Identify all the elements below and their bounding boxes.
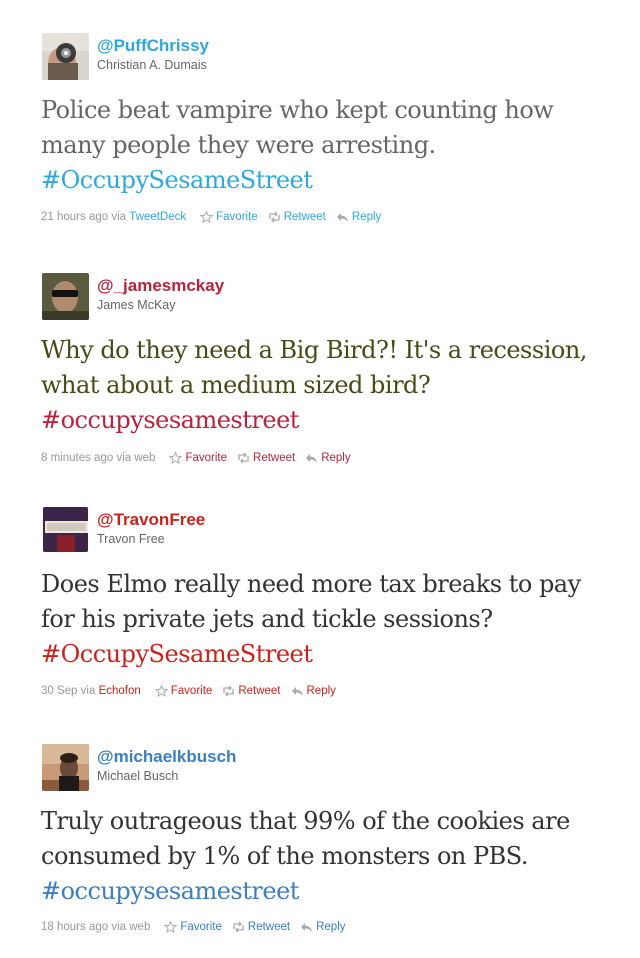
reply-button[interactable]: Reply <box>336 211 381 223</box>
star-icon <box>200 211 214 223</box>
avatar[interactable] <box>42 33 89 80</box>
reply-icon <box>291 685 304 697</box>
user-handle[interactable]: @michaelkbusch <box>97 747 236 767</box>
via-label: via <box>111 211 127 223</box>
reply-label: Reply <box>316 921 346 933</box>
favorite-label: Favorite <box>216 211 258 223</box>
retweet-button[interactable]: Retweet <box>268 211 326 223</box>
timestamp-link[interactable]: 8 minutes ago <box>41 452 113 464</box>
favorite-label: Favorite <box>170 685 213 697</box>
favorite-button[interactable]: Favorite <box>200 211 258 223</box>
favorite-label: Favorite <box>185 452 228 464</box>
tweet-text: Truly outrageous that 99% of the cookies… <box>41 804 601 909</box>
reply-button[interactable]: Reply <box>305 452 351 464</box>
user-name: Christian A. Dumais <box>97 58 207 72</box>
source-link[interactable]: web <box>134 452 155 464</box>
tweet-text: Why do they need a Big Bird?! It's a rec… <box>41 333 601 438</box>
favorite-label: Favorite <box>180 921 222 933</box>
reply-icon <box>336 211 349 223</box>
retweet-button[interactable]: Retweet <box>232 921 290 933</box>
retweet-label: Retweet <box>253 452 296 464</box>
avatar[interactable] <box>42 744 89 791</box>
tweet-meta: 18 hours ago via web Favorite Retweet Re… <box>41 921 356 933</box>
user-handle[interactable]: @_jamesmckay <box>97 276 224 296</box>
favorite-button[interactable]: Favorite <box>164 921 222 933</box>
retweet-label: Retweet <box>247 921 291 933</box>
tweet-text-main: Police beat vampire who kept counting ho… <box>41 96 554 159</box>
via-label: via <box>80 685 96 697</box>
avatar-photo-icon <box>43 507 88 552</box>
tweet-text: Does Elmo really need more tax breaks to… <box>41 567 601 672</box>
timestamp-link[interactable]: 30 Sep <box>41 685 77 697</box>
reply-label: Reply <box>321 452 351 464</box>
star-icon <box>154 685 168 697</box>
user-handle[interactable]: @TravonFree <box>97 510 205 530</box>
reply-label: Reply <box>306 685 336 697</box>
reply-button[interactable]: Reply <box>300 921 346 933</box>
tweet-text-main: Does Elmo really need more tax breaks to… <box>41 570 581 633</box>
user-name: Michael Busch <box>97 769 179 783</box>
retweet-icon <box>268 211 281 223</box>
hashtag-link[interactable]: #occupysesamestreet <box>41 877 299 905</box>
timestamp-link[interactable]: 18 hours ago <box>41 921 108 933</box>
avatar-photo-icon <box>42 273 89 320</box>
retweet-icon <box>232 921 245 933</box>
retweet-icon <box>237 452 250 464</box>
reply-label: Reply <box>351 211 382 223</box>
tweet-meta: 21 hours ago via TweetDeck Favorite Retw… <box>41 211 391 223</box>
user-name: James McKay <box>97 298 176 312</box>
timestamp-link[interactable]: 21 hours ago <box>41 211 108 223</box>
avatar-photo-icon <box>42 33 89 80</box>
retweet-icon <box>222 685 235 697</box>
star-icon <box>169 452 183 464</box>
retweet-label: Retweet <box>238 685 281 697</box>
avatar[interactable] <box>42 273 89 320</box>
via-label: via <box>111 921 127 933</box>
source-link[interactable]: Echofon <box>99 685 141 697</box>
avatar-photo-icon <box>42 744 89 791</box>
tweet-meta: 8 minutes ago via web Favorite Retweet R… <box>41 452 361 464</box>
star-icon <box>164 921 178 933</box>
tweet-text: Police beat vampire who kept counting ho… <box>41 93 601 198</box>
avatar[interactable] <box>43 507 88 552</box>
source-link[interactable]: web <box>129 921 150 933</box>
favorite-button[interactable]: Favorite <box>169 452 227 464</box>
via-label: via <box>116 452 132 464</box>
tweet-meta: 30 Sep via Echofon Favorite Retweet Repl… <box>41 685 346 697</box>
reply-icon <box>300 921 313 933</box>
favorite-button[interactable]: Favorite <box>154 685 213 697</box>
retweet-button[interactable]: Retweet <box>237 452 295 464</box>
hashtag-link[interactable]: #occupysesamestreet <box>41 406 299 434</box>
source-link[interactable]: TweetDeck <box>129 211 186 223</box>
retweet-label: Retweet <box>283 211 326 223</box>
reply-button[interactable]: Reply <box>291 685 336 697</box>
tweet-text-main: Why do they need a Big Bird?! It's a rec… <box>41 336 587 399</box>
reply-icon <box>305 452 318 464</box>
user-handle[interactable]: @PuffChrissy <box>97 36 209 56</box>
user-name: Travon Free <box>97 532 165 546</box>
tweet-text-main: Truly outrageous that 99% of the cookies… <box>41 807 570 870</box>
retweet-button[interactable]: Retweet <box>222 685 281 697</box>
hashtag-link[interactable]: #OccupySesameStreet <box>41 166 313 194</box>
hashtag-link[interactable]: #OccupySesameStreet <box>41 640 313 668</box>
